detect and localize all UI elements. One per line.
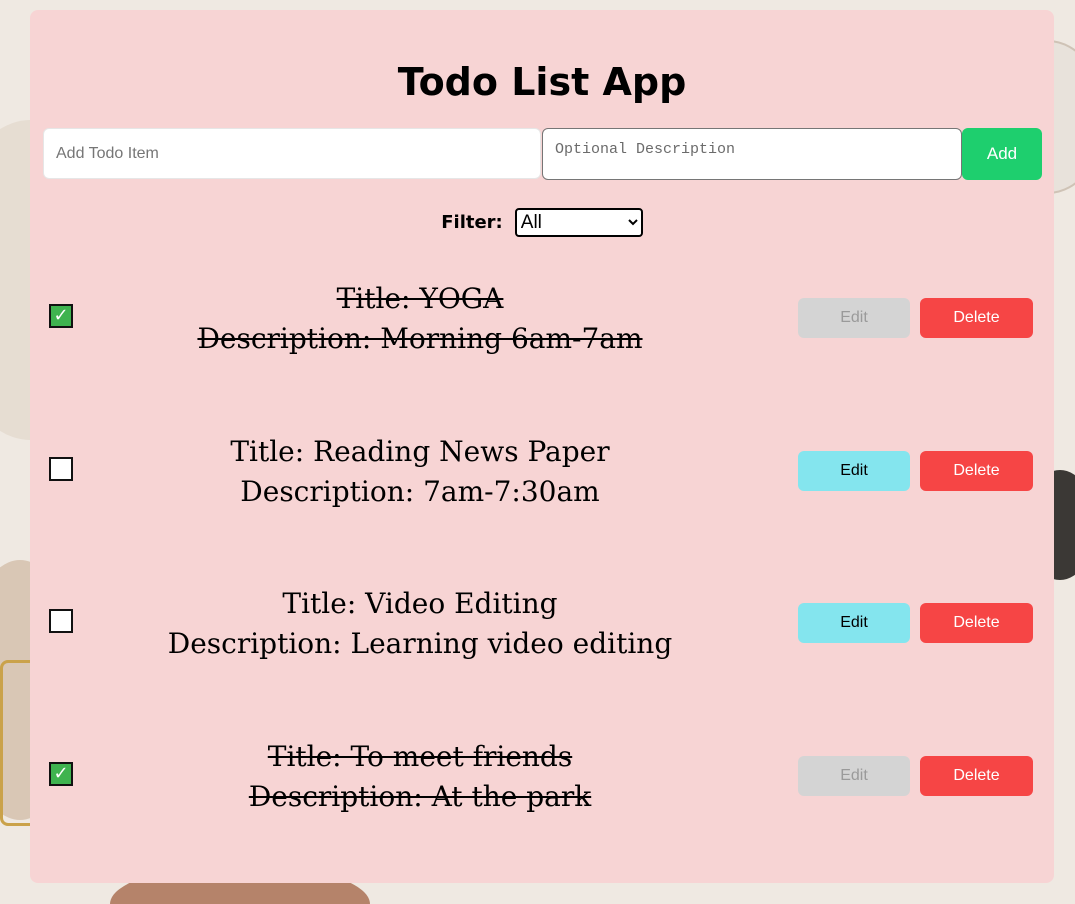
delete-button[interactable]: Delete (920, 756, 1033, 796)
check-mark-icon: ✓ (53, 305, 69, 326)
todo-text: Title: YOGA Description: Morning 6am-7am (120, 279, 720, 359)
todo-description: Description: Learning video editing (167, 627, 673, 660)
delete-button[interactable]: Delete (920, 298, 1033, 338)
edit-button[interactable]: Edit (798, 298, 910, 338)
filter-row: Filter: All (30, 208, 1054, 237)
todo-checkbox[interactable] (49, 609, 73, 633)
todo-item: ✓ Title: To meet friends Description: At t… (30, 737, 1054, 817)
filter-label: Filter: (441, 212, 503, 233)
todo-description: Description: Morning 6am-7am (197, 322, 643, 355)
todo-text: Title: Reading News Paper Description: 7a… (120, 432, 720, 512)
todo-title: Title: To meet friends (267, 740, 573, 773)
todo-title: Title: Video Editing (282, 587, 558, 620)
add-button[interactable]: Add (962, 128, 1042, 180)
todo-description-input[interactable] (542, 128, 962, 180)
todo-title: Title: YOGA (336, 282, 504, 315)
filter-select[interactable]: All (514, 208, 643, 237)
todo-checkbox[interactable] (49, 457, 73, 481)
todo-checkbox[interactable]: ✓ (49, 762, 73, 786)
delete-button[interactable]: Delete (920, 603, 1033, 643)
edit-button[interactable]: Edit (798, 756, 910, 796)
todo-item: Title: Reading News Paper Description: 7a… (30, 432, 1054, 512)
check-mark-icon: ✓ (53, 763, 69, 784)
todo-description: Description: 7am-7:30am (240, 475, 600, 508)
edit-button[interactable]: Edit (798, 451, 910, 491)
todo-card: Todo List App Add Filter: All ✓ Title: YO… (30, 10, 1054, 883)
todo-text: Title: Video Editing Description: Learnin… (120, 584, 720, 664)
todo-title: Title: Reading News Paper (230, 435, 610, 468)
todo-item: ✓ Title: YOGA Description: Morning 6am-7am… (30, 279, 1054, 359)
todo-title-input[interactable] (43, 128, 541, 179)
edit-button[interactable]: Edit (798, 603, 910, 643)
todo-item: Title: Video Editing Description: Learnin… (30, 584, 1054, 664)
page-title: Todo List App (397, 60, 687, 104)
todo-checkbox[interactable]: ✓ (49, 304, 73, 328)
todo-description: Description: At the park (248, 780, 592, 813)
todo-text: Title: To meet friends Description: At th… (120, 737, 720, 817)
delete-button[interactable]: Delete (920, 451, 1033, 491)
